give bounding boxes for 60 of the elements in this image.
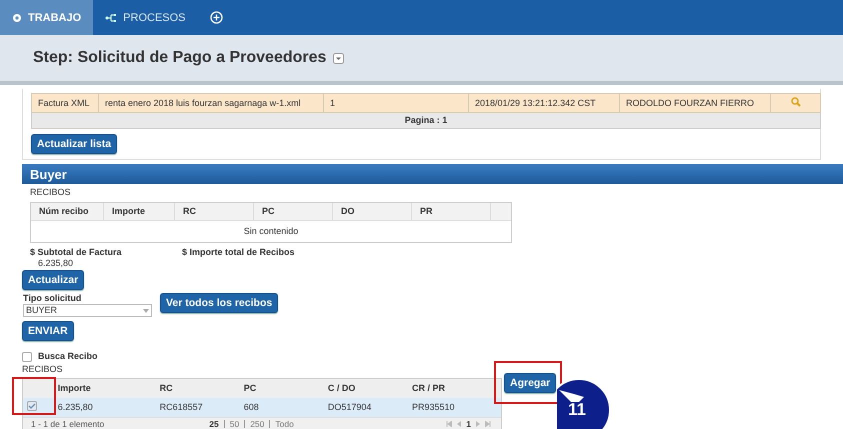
table-cell-text: 608 [242, 402, 260, 413]
first-page-icon[interactable] [446, 421, 452, 427]
row-checkbox[interactable] [27, 401, 37, 411]
checkbox-label: Busca Recibo [38, 351, 98, 362]
page-size-link[interactable]: 50 [224, 420, 244, 428]
view-all-button[interactable]: Ver todos los recibos [160, 293, 278, 313]
column-header: DO [333, 203, 412, 220]
column-header: PC [254, 203, 333, 220]
page-size-link[interactable]: 25 [204, 420, 224, 428]
table-cell: Factura XML [32, 94, 98, 112]
table-cell: RODOLDO FOURZAN FIERRO [620, 94, 770, 112]
dropdown-icon[interactable] [333, 52, 344, 64]
add-button[interactable]: Agregar [504, 373, 556, 393]
section-label: RECIBOS [22, 364, 64, 375]
tab[interactable]: PROCESOS [93, 0, 198, 35]
column-header: RC [175, 203, 254, 220]
tab[interactable]: TRABAJO [0, 0, 94, 35]
column-header: C / DO [326, 383, 356, 394]
flow-icon [105, 12, 118, 22]
send-button[interactable]: ENVIAR [22, 321, 74, 341]
column-header: CR / PR [411, 383, 446, 394]
current-page: 1 [466, 418, 471, 429]
request-type-dropdown[interactable]: BUYER [23, 304, 152, 317]
subtotal-label: $ Subtotal de Factura [30, 247, 123, 258]
table-cell-text: DO517904 [326, 402, 372, 413]
table-cell-text: 6.235,80 [56, 402, 94, 413]
item-count: 1 - 1 de 1 elemento [31, 418, 104, 429]
subtotal-value: 6.235,80 [38, 258, 74, 269]
previous-page-icon[interactable] [457, 421, 462, 427]
add-tab-icon[interactable] [210, 11, 223, 24]
page-size-link[interactable]: 250 [244, 420, 270, 428]
table-row[interactable]: 6.235,80 RC618557 608 DO517904 PR935510 [23, 398, 501, 417]
column-header: RC [158, 383, 174, 394]
last-page-icon[interactable] [485, 421, 491, 427]
section-label: RECIBOS [30, 187, 72, 198]
page-indicator: Pagina : 1 [404, 115, 448, 125]
empty-message: Sin contenido [242, 225, 300, 238]
field-label: Tipo solicitud [23, 293, 82, 304]
caret-icon [143, 308, 149, 312]
column-header: PC [242, 383, 258, 394]
step-number: 11 [568, 401, 586, 418]
table-cell: 1 [324, 94, 468, 112]
column-header: Importe [56, 383, 92, 394]
column-header: Importe [104, 203, 175, 220]
total-label: $ Importe total de Recibos [182, 247, 296, 258]
table-cell: renta enero 2018 luis fourzan sagarnaga w-1.xml [98, 94, 324, 112]
checkbox[interactable] [22, 352, 32, 362]
page-title: Step: Solicitud de Pago a Proveedores [33, 49, 326, 67]
column-header: PR [412, 203, 491, 220]
table-cell-text: RC618557 [158, 402, 204, 413]
highlight-frame [12, 377, 56, 415]
update-button[interactable]: Actualizar [22, 270, 84, 290]
section-header: Buyer [22, 164, 843, 184]
table-cell: 2018/01/29 13:21:12.342 CST [468, 94, 620, 112]
search-icon[interactable] [790, 96, 800, 106]
table-cell-text: PR935510 [411, 402, 456, 413]
refresh-list-button[interactable]: Actualizar lista [31, 134, 118, 154]
column-header: Núm recibo [31, 203, 104, 220]
next-page-icon[interactable] [476, 421, 480, 427]
page-size-link[interactable]: Todo [269, 420, 299, 428]
